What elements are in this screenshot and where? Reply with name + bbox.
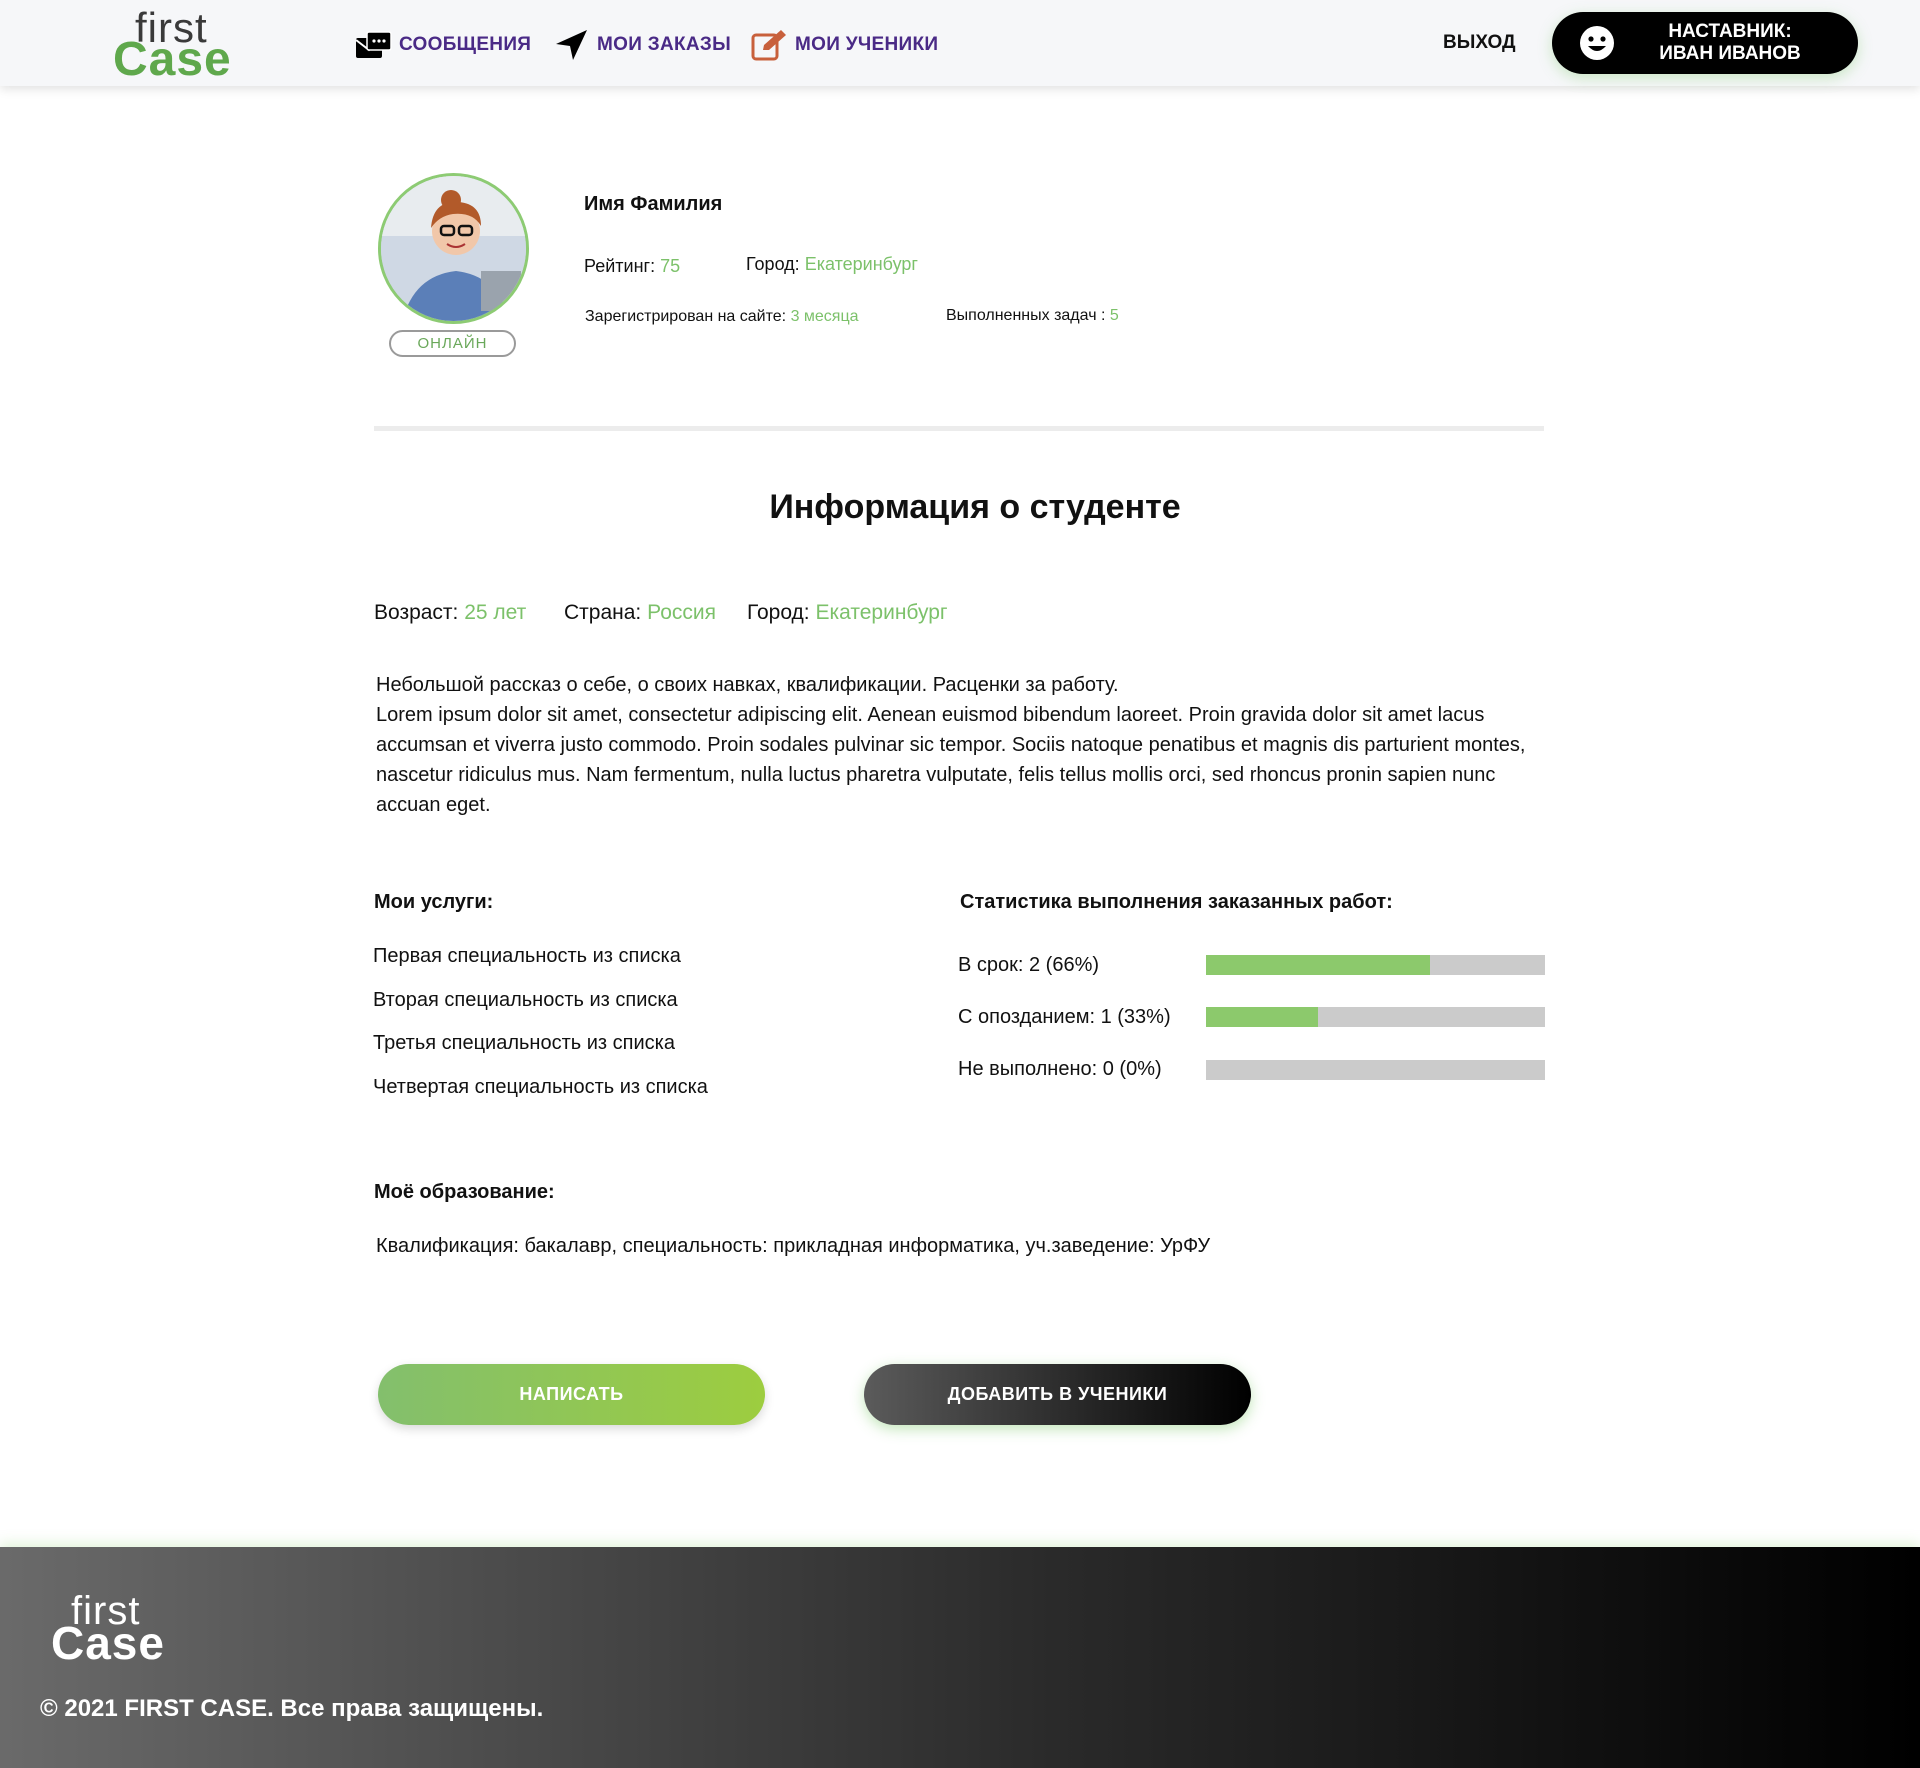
registered-value: 3 месяца [790, 308, 859, 325]
nav-messages[interactable]: СООБЩЕНИЯ [355, 28, 531, 62]
logo-line2: Case [113, 33, 232, 86]
profile-registered: Зарегистрирован на сайте: 3 месяца [585, 308, 859, 326]
site-logo[interactable]: first Case [113, 6, 233, 84]
messages-icon [355, 31, 392, 58]
profile-city: Город: Екатеринбург [746, 254, 918, 275]
stat-bar-late [1206, 1007, 1545, 1027]
tasks-label: Выполненных задач : [946, 307, 1106, 324]
registered-label: Зарегистрирован на сайте: [585, 308, 787, 325]
about-text: Небольшой рассказ о себе, о своих навках… [376, 670, 1556, 820]
footer-logo-line2: Case [51, 1617, 165, 1669]
footer: first Case © 2021 FIRST CASE. Все права … [0, 1547, 1920, 1768]
edit-icon [751, 30, 786, 61]
services-title: Мои услуги: [374, 891, 494, 913]
nav-students[interactable]: МОИ УЧЕНИКИ [751, 28, 938, 62]
mentor-name: НАСТАВНИК: ИВАН ИВАНОВ [1640, 21, 1820, 65]
education-text: Квалификация: бакалавр, специальность: п… [376, 1235, 1211, 1257]
logout-link[interactable]: ВЫХОД [1443, 32, 1516, 54]
stat-label-failed: Не выполнено: 0 (0%) [958, 1058, 1162, 1080]
stat-label-late: С опозданием: 1 (33%) [958, 1006, 1171, 1028]
age-value: 25 лет [464, 601, 527, 624]
smile-icon [1580, 26, 1614, 60]
about-intro: Небольшой рассказ о себе, о своих навках… [376, 674, 1119, 696]
service-item: Третья специальность из списка [373, 1032, 675, 1054]
mentor-fullname: ИВАН ИВАНОВ [1659, 43, 1801, 64]
stat-bar-fill [1206, 955, 1430, 975]
profile-name: Имя Фамилия [584, 193, 723, 215]
write-button[interactable]: НАПИСАТЬ [378, 1364, 765, 1425]
education-title: Моё образование: [374, 1181, 555, 1203]
rating-label: Рейтинг: [584, 256, 656, 276]
stat-bar-ontime [1206, 955, 1545, 975]
divider [374, 426, 1544, 431]
info-city-value: Екатеринбург [815, 601, 948, 624]
info-age: Возраст: 25 лет [374, 601, 526, 625]
about-body: Lorem ipsum dolor sit amet, consectetur … [376, 704, 1526, 816]
rating-value: 75 [660, 256, 681, 276]
nav-orders-label: МОИ ЗАКАЗЫ [597, 34, 731, 55]
service-item: Первая специальность из списка [373, 945, 681, 967]
country-value: Россия [647, 601, 716, 624]
copyright-text: © 2021 FIRST CASE. Все права защищены. [40, 1695, 544, 1722]
service-item: Четвертая специальность из списка [373, 1076, 708, 1098]
nav-orders[interactable]: МОИ ЗАКАЗЫ [553, 28, 731, 62]
age-label: Возраст: [374, 601, 459, 624]
info-city: Город: Екатеринбург [747, 601, 948, 625]
mentor-profile-button[interactable]: НАСТАВНИК: ИВАН ИВАНОВ [1552, 12, 1858, 74]
city-label: Город: [746, 254, 800, 274]
mentor-role: НАСТАВНИК: [1668, 21, 1792, 42]
profile-tasks: Выполненных задач : 5 [946, 307, 1119, 325]
online-status-badge: ОНЛАЙН [389, 330, 516, 357]
top-header: first Case СООБЩЕНИЯ МОИ ЗАКАЗЫ МОИ УЧЕН… [0, 0, 1920, 86]
footer-logo[interactable]: first Case [51, 1590, 171, 1669]
info-city-label: Город: [747, 601, 810, 624]
avatar-photo [381, 176, 526, 321]
nav-messages-label: СООБЩЕНИЯ [399, 34, 532, 55]
tasks-value: 5 [1109, 307, 1119, 324]
section-title: Информация о студенте [769, 488, 1181, 526]
service-item: Вторая специальность из списка [373, 989, 678, 1011]
profile-rating: Рейтинг: 75 [584, 256, 680, 277]
stat-label-ontime: В срок: 2 (66%) [958, 954, 1100, 976]
nav-students-label: МОИ УЧЕНИКИ [795, 34, 939, 55]
city-value: Екатеринбург [804, 254, 918, 274]
info-country: Страна: Россия [564, 601, 716, 625]
country-label: Страна: [564, 601, 642, 624]
stat-bar-failed [1206, 1060, 1545, 1080]
avatar [378, 173, 529, 324]
send-icon [556, 30, 587, 60]
add-student-button[interactable]: ДОБАВИТЬ В УЧЕНИКИ [864, 1364, 1251, 1425]
stat-bar-fill [1206, 1007, 1318, 1027]
stats-title: Статистика выполнения заказанных работ: [960, 891, 1393, 913]
